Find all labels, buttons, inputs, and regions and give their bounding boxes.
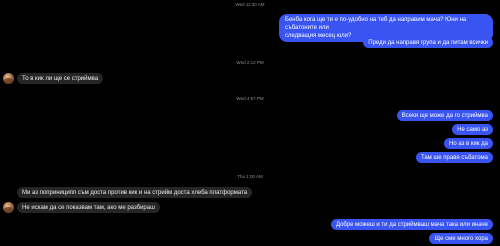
outgoing-message[interactable]: Добре можеш и ти да стриймваш мача така … — [330, 219, 493, 230]
outgoing-message[interactable]: Но аз в кик да — [444, 138, 493, 149]
contact-avatar[interactable] — [3, 202, 14, 213]
incoming-message[interactable]: Ми аз поприниципп съм доста против кик и… — [17, 187, 253, 198]
timestamp: Wed 11:30 AM — [235, 2, 265, 7]
outgoing-message[interactable]: Там ше правя събатома — [415, 152, 493, 163]
outgoing-message[interactable]: Всеки ще може да го стриймва — [396, 110, 493, 121]
contact-avatar[interactable] — [3, 73, 14, 84]
outgoing-message[interactable]: Ще сме много хора — [429, 233, 493, 244]
outgoing-message[interactable]: Преди да направя група и да питам всички — [363, 37, 493, 48]
message-text-line: Бенба кога ще ти е по-удобно на теб да н… — [285, 17, 467, 31]
timestamp: Thu 1:00 AM — [237, 174, 263, 179]
timestamp: Wed 2:12 PM — [236, 60, 264, 65]
incoming-message[interactable]: То в кик ли ще се стриймва — [17, 73, 104, 84]
outgoing-message[interactable]: Не само аз — [452, 124, 493, 135]
timestamp: Wed 4:57 PM — [236, 96, 264, 101]
incoming-message[interactable]: Не искам да се показвам там, ако ме разб… — [17, 202, 160, 213]
